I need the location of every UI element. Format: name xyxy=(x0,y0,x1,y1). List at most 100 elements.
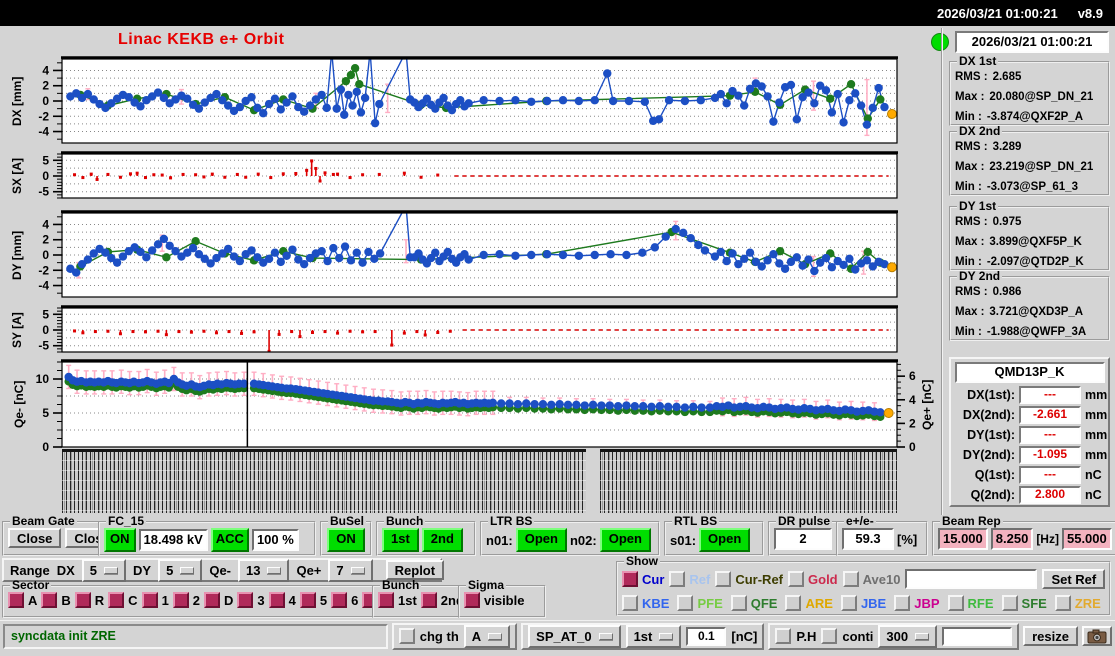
option-menu-indicator xyxy=(351,567,365,574)
beam-gate-close-1-button[interactable]: Close xyxy=(8,528,61,548)
conti-checkbox[interactable] xyxy=(821,628,837,644)
stat-value: 3.289 xyxy=(993,138,1022,158)
show-group: Show Cur Ref Cur-Ref Gold Ave10 Set Ref … xyxy=(616,556,1111,616)
sector-a-checkbox[interactable] xyxy=(8,592,24,608)
sector-6-checkbox[interactable] xyxy=(331,592,347,608)
stat-key: Max : xyxy=(955,158,984,178)
bunch-filter-label: Bunch xyxy=(380,580,421,591)
sector-r-label: R xyxy=(95,593,104,608)
range-dx-select[interactable]: 5 xyxy=(82,559,126,582)
bpm-name-select[interactable]: SP_AT_0 xyxy=(528,625,620,648)
show-jbe-checkbox[interactable] xyxy=(841,595,857,611)
show-gold-label: Gold xyxy=(808,572,838,587)
bunch-1st-button[interactable]: 1st xyxy=(382,528,419,552)
show-jbp-checkbox[interactable] xyxy=(894,595,910,611)
fc15-label: FC_15 xyxy=(106,516,146,527)
show-ave10-checkbox[interactable] xyxy=(843,571,859,587)
bunch-select[interactable]: 1st xyxy=(626,625,682,648)
sy-steering-plot: 50-5 xyxy=(0,305,940,357)
ph-checkbox[interactable] xyxy=(775,628,791,644)
count-select[interactable]: 300 xyxy=(878,625,937,648)
fc15-kv-value: 18.498 kV xyxy=(139,529,208,551)
range-qem-label: Qe- xyxy=(209,563,231,578)
sector-b-label: B xyxy=(61,593,70,608)
beam-gate-label: Beam Gate xyxy=(10,516,77,527)
count-input[interactable] xyxy=(942,627,1012,646)
fc15-group: FC_15 ON 18.498 kV ACC 100 % xyxy=(98,516,316,556)
show-qfe-checkbox[interactable] xyxy=(731,595,747,611)
show-ref-checkbox[interactable] xyxy=(669,571,685,587)
bunch-1st-checkbox[interactable] xyxy=(378,592,394,608)
range-qep-select[interactable]: 7 xyxy=(328,559,372,582)
stat-box-dx2-label: DX 2nd xyxy=(957,126,1002,137)
ltr-n01-open-button[interactable]: Open xyxy=(516,528,567,552)
fc15-acc-button[interactable]: ACC xyxy=(211,528,249,552)
replot-button[interactable]: Replot xyxy=(386,560,444,580)
stat-value: -2.097@QTD2P_K xyxy=(987,253,1084,273)
monitor-row-value: -1.095 xyxy=(1019,446,1081,464)
show-pfe-checkbox[interactable] xyxy=(677,595,693,611)
show-ref-label: Ref xyxy=(689,572,710,587)
show-sfe-checkbox[interactable] xyxy=(1002,595,1018,611)
sector-2-checkbox[interactable] xyxy=(173,592,189,608)
ref-name-input[interactable] xyxy=(905,569,1037,589)
busel-group: BuSel ON xyxy=(320,516,372,556)
option-menu-indicator xyxy=(488,633,502,640)
sector-4-checkbox[interactable] xyxy=(269,592,285,608)
sector-select[interactable]: A xyxy=(464,625,510,648)
range-qem-select[interactable]: 13 xyxy=(238,559,289,582)
sigma-visible-checkbox[interactable] xyxy=(464,592,480,608)
busel-label: BuSel xyxy=(328,516,366,527)
sigma-label: Sigma xyxy=(466,580,506,591)
option-menu-indicator xyxy=(915,633,929,640)
bunch-filter-group: Bunch 1st 2nd xyxy=(372,580,470,618)
busel-on-button[interactable]: ON xyxy=(327,528,365,552)
beam-rep-value-2: 8.250 xyxy=(991,528,1034,550)
show-are-checkbox[interactable] xyxy=(785,595,801,611)
sector-b-checkbox[interactable] xyxy=(41,592,57,608)
show-cur-checkbox[interactable] xyxy=(622,571,638,587)
show-kbe-checkbox[interactable] xyxy=(622,595,638,611)
show-gold-checkbox[interactable] xyxy=(788,571,804,587)
svg-text:0: 0 xyxy=(42,440,49,452)
sector-1-checkbox[interactable] xyxy=(142,592,158,608)
svg-text:0: 0 xyxy=(42,323,49,337)
range-dy-select[interactable]: 5 xyxy=(158,559,202,582)
svg-text:-4: -4 xyxy=(38,279,49,293)
sector-3-checkbox[interactable] xyxy=(237,592,253,608)
fc15-on-button[interactable]: ON xyxy=(104,528,136,552)
stat-box-dx1-label: DX 1st xyxy=(957,56,998,67)
charge-plot: 10506420 xyxy=(0,359,940,452)
monitor-row-label: DX(2nd): xyxy=(953,408,1015,422)
rtl-s01-open-button[interactable]: Open xyxy=(699,528,750,552)
dx-orbit-plot: 420-2-4 xyxy=(0,56,940,148)
beam-rep-hz-unit: [Hz] xyxy=(1036,532,1059,546)
snapshot-button[interactable] xyxy=(1082,626,1112,646)
chg-th-checkbox[interactable] xyxy=(399,628,415,644)
title-bar: 2026/03/21 01:00:21 v8.9 xyxy=(0,0,1115,26)
ltr-n02-open-button[interactable]: Open xyxy=(600,528,651,552)
ph-label: P.H xyxy=(796,629,816,644)
sector-2-label: 2 xyxy=(193,593,200,608)
show-rfe-label: RFE xyxy=(968,596,994,611)
page-title: Linac KEKB e+ Orbit xyxy=(118,31,284,49)
sigma-group: Sigma visible xyxy=(458,580,546,618)
bpm-monitor-title[interactable]: QMD13P_K xyxy=(955,362,1105,383)
sector-5-checkbox[interactable] xyxy=(300,592,316,608)
threshold-input[interactable] xyxy=(686,627,726,646)
show-cur-ref-checkbox[interactable] xyxy=(715,571,731,587)
bunch-2nd-button[interactable]: 2nd xyxy=(422,528,463,552)
range-dy-label: DY xyxy=(133,563,151,578)
sector-c-checkbox[interactable] xyxy=(108,592,124,608)
sector-d-checkbox[interactable] xyxy=(204,592,220,608)
resize-button[interactable]: resize xyxy=(1023,626,1078,646)
show-zre-checkbox[interactable] xyxy=(1055,595,1071,611)
sector-r-checkbox[interactable] xyxy=(75,592,91,608)
svg-text:5: 5 xyxy=(42,307,49,321)
set-ref-button[interactable]: Set Ref xyxy=(1042,569,1105,589)
stat-box-dy2: DY 2nd RMS :0.986 Max :3.721@QXD3P_A Min… xyxy=(949,271,1110,341)
bunch-2nd-checkbox[interactable] xyxy=(421,592,437,608)
dr-pulse-label: DR pulse xyxy=(776,516,832,527)
show-rfe-checkbox[interactable] xyxy=(948,595,964,611)
stat-key: RMS : xyxy=(955,283,988,303)
